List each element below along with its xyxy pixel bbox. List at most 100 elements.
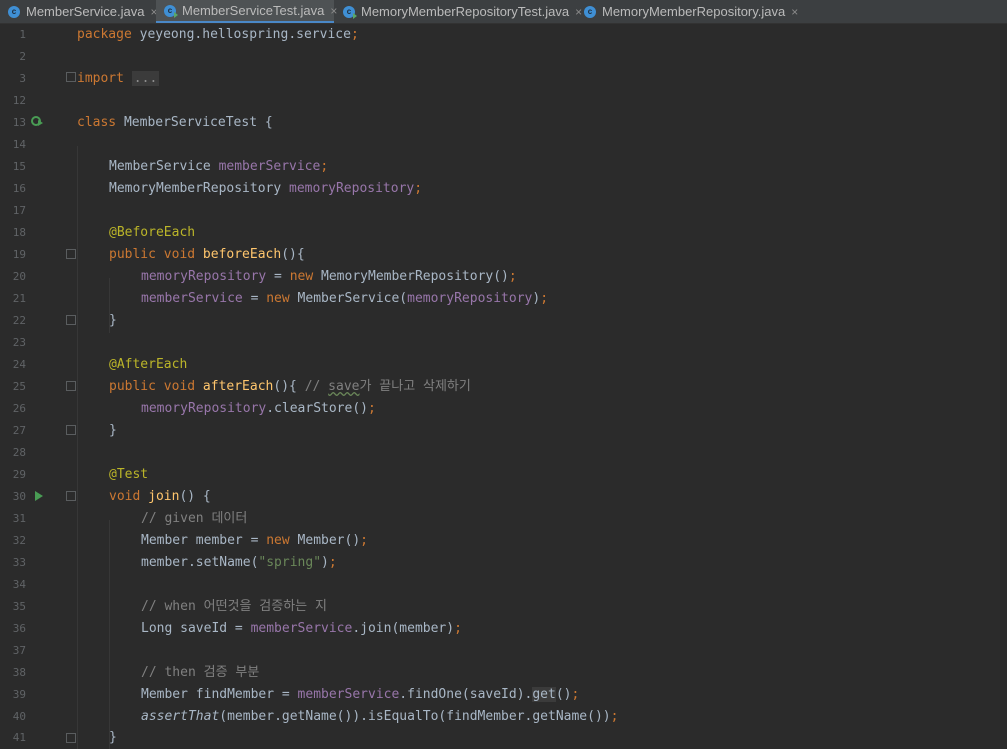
code-line: 13 class MemberServiceTest { (0, 112, 1007, 134)
tab-member-service[interactable]: c MemberService.java × (0, 0, 158, 23)
line-number: 35 (12, 600, 26, 613)
line-number: 16 (12, 182, 26, 195)
code-text: public void beforeEach(){ (109, 247, 305, 262)
code-text: package yeyeong.hellospring.service; (77, 27, 359, 42)
code-line: 27 } (0, 420, 1007, 442)
tab-memory-member-repository[interactable]: c MemoryMemberRepository.java × (576, 0, 798, 23)
tab-label: MemoryMemberRepositoryTest.java (361, 4, 570, 19)
code-line: 39 Member findMember = memberService.fin… (0, 684, 1007, 706)
line-number: 29 (12, 468, 26, 481)
code-text: @Test (109, 467, 149, 482)
code-line: 38 // then 검증 부분 (0, 662, 1007, 684)
code-line: 1 package yeyeong.hellospring.service; (0, 24, 1007, 46)
code-line: 26 memoryRepository.clearStore(); (0, 398, 1007, 420)
code-text: MemoryMemberRepository memoryRepository; (109, 181, 423, 196)
line-number: 21 (12, 292, 26, 305)
code-line: 21 memberService = new MemberService(mem… (0, 288, 1007, 310)
code-text: MemberService memberService; (109, 159, 329, 174)
code-editor[interactable]: 1 package yeyeong.hellospring.service; 2… (0, 24, 1007, 749)
line-number: 31 (12, 512, 26, 525)
line-number: 23 (12, 336, 26, 349)
code-line: 34 (0, 574, 1007, 596)
line-number: 32 (12, 534, 26, 547)
code-text: public void afterEach(){ // save가 끝나고 삭제… (109, 379, 471, 394)
code-line: 19 public void beforeEach(){ (0, 244, 1007, 266)
tab-label: MemberServiceTest.java (182, 3, 325, 18)
code-line: 15 MemberService memberService; (0, 156, 1007, 178)
code-text: memoryRepository.clearStore(); (141, 401, 376, 416)
line-number: 12 (12, 94, 26, 107)
line-number: 17 (12, 204, 26, 217)
code-text: Long saveId = memberService.join(member)… (141, 621, 462, 636)
code-line: 2 (0, 46, 1007, 68)
code-line: 22 } (0, 310, 1007, 332)
line-number: 37 (12, 644, 26, 657)
line-number: 36 (12, 622, 26, 635)
line-number: 25 (12, 380, 26, 393)
code-line: 36 Long saveId = memberService.join(memb… (0, 618, 1007, 640)
code-text: member.setName("spring"); (141, 555, 337, 570)
line-number: 14 (12, 138, 26, 151)
code-text: } (109, 423, 117, 438)
line-number: 18 (12, 226, 26, 239)
code-line: 3 import ... (0, 68, 1007, 90)
code-line: 24 @AfterEach (0, 354, 1007, 376)
java-test-class-icon: c (343, 5, 357, 19)
tab-member-service-test[interactable]: c MemberServiceTest.java × (156, 0, 337, 23)
java-class-icon: c (8, 5, 20, 18)
line-number: 27 (12, 424, 26, 437)
java-class-icon: c (584, 5, 596, 18)
folded-imports[interactable]: ... (131, 71, 160, 86)
line-number: 15 (12, 160, 26, 173)
code-line: 20 memoryRepository = new MemoryMemberRe… (0, 266, 1007, 288)
code-line: 30 void join() { (0, 486, 1007, 508)
code-text: import ... (77, 71, 160, 86)
line-number: 34 (12, 578, 26, 591)
code-line: 41 } (0, 727, 1007, 749)
line-number: 22 (12, 314, 26, 327)
code-text: Member findMember = memberService.findOn… (141, 687, 580, 702)
code-line: 28 (0, 442, 1007, 464)
line-number: 33 (12, 556, 26, 569)
java-test-class-icon: c (164, 4, 178, 18)
code-line: 16 MemoryMemberRepository memoryReposito… (0, 178, 1007, 200)
code-line: 31 // given 데이터 (0, 508, 1007, 530)
code-line: 12 (0, 90, 1007, 112)
code-line: 17 (0, 200, 1007, 222)
tab-label: MemberService.java (26, 4, 145, 19)
code-text: class MemberServiceTest { (77, 115, 273, 130)
line-number: 20 (12, 270, 26, 283)
code-text: Member member = new Member(); (141, 533, 368, 548)
code-text: @BeforeEach (109, 225, 196, 240)
line-number: 41 (12, 731, 26, 744)
code-line: 23 (0, 332, 1007, 354)
editor-tab-bar: c MemberService.java × c MemberServiceTest.… (0, 0, 1007, 24)
code-text: } (109, 313, 117, 328)
close-icon[interactable]: × (791, 5, 798, 19)
code-text: void join() { (109, 489, 211, 504)
line-number: 40 (12, 710, 26, 723)
code-comment: // given 데이터 (141, 511, 248, 526)
line-number: 38 (12, 666, 26, 679)
code-line: 29 @Test (0, 464, 1007, 486)
code-line: 35 // when 어떤것을 검증하는 지 (0, 596, 1007, 618)
code-line: 33 member.setName("spring"); (0, 552, 1007, 574)
line-number: 26 (12, 402, 26, 415)
code-line: 32 Member member = new Member(); (0, 530, 1007, 552)
code-line: 18 @BeforeEach (0, 222, 1007, 244)
line-number: 2 (19, 50, 26, 63)
code-line: 25 public void afterEach(){ // save가 끝나고… (0, 376, 1007, 398)
line-number: 19 (12, 248, 26, 261)
line-number: 1 (19, 28, 26, 41)
line-number: 3 (19, 72, 26, 85)
code-line: 37 (0, 640, 1007, 662)
code-line: 14 (0, 134, 1007, 156)
line-number: 28 (12, 446, 26, 459)
code-line: 40 assertThat(member.getName()).isEqualT… (0, 706, 1007, 728)
code-text: @AfterEach (109, 357, 188, 372)
code-text: memoryRepository = new MemoryMemberRepos… (141, 269, 517, 284)
tab-memory-member-repository-test[interactable]: c MemoryMemberRepositoryTest.java × (335, 0, 582, 23)
code-text: assertThat(member.getName()).isEqualTo(f… (141, 709, 619, 724)
line-number: 30 (12, 490, 26, 503)
code-text: memberService = new MemberService(memory… (141, 291, 549, 306)
